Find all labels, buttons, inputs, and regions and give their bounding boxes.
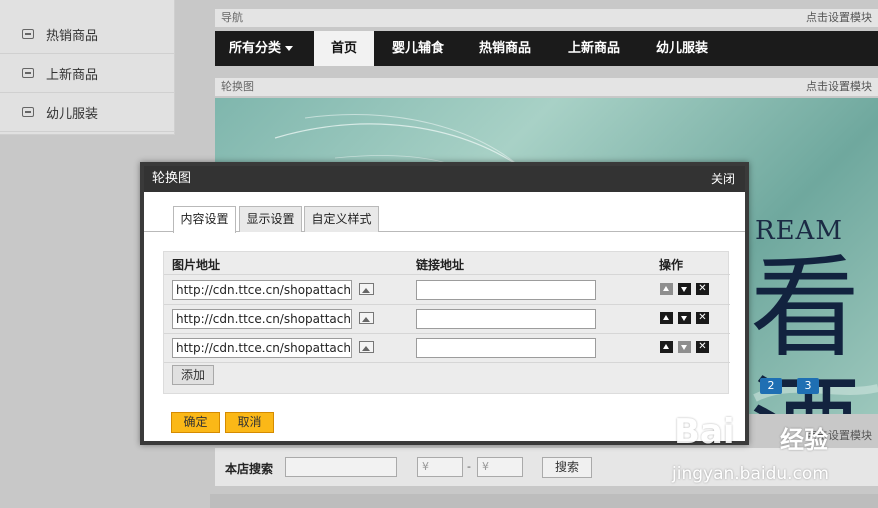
row-1-move-down-icon[interactable] — [678, 283, 691, 295]
sidebar-item-hot-products[interactable]: 热销商品 — [0, 15, 175, 54]
carousel-items-table: 图片地址 链接地址 操作 http://cdn.ttce.cn/shopatta… — [163, 251, 730, 394]
price-from-input[interactable]: ¥ — [417, 457, 463, 477]
nav-item-kids-clothing[interactable]: 幼儿服装 — [642, 31, 722, 66]
price-range-dash: - — [467, 460, 471, 473]
column-header-image-url: 图片地址 — [172, 258, 221, 272]
store-navbar: 所有分类 首页 婴儿辅食 热销商品 上新商品 幼儿服装 — [215, 31, 878, 66]
nav-item-new-products[interactable]: 上新商品 — [554, 31, 634, 66]
dialog-title: 轮换图 — [152, 171, 192, 186]
column-header-link-url: 链接地址 — [416, 258, 465, 272]
row-2-image-url-input[interactable]: http://cdn.ttce.cn/shopattach/890 — [172, 309, 352, 329]
nav-item-label: 婴儿辅食 — [392, 41, 445, 56]
row-2-link-url-input[interactable] — [416, 309, 596, 329]
dialog-titlebar: 轮换图 关闭 — [144, 166, 745, 192]
nav-item-label: 热销商品 — [479, 41, 532, 56]
row-1-move-up-icon — [660, 283, 673, 295]
row-2-move-down-icon[interactable] — [678, 312, 691, 324]
row-3-image-picker-icon[interactable] — [359, 341, 374, 353]
nav-module-setting-link[interactable]: 点击设置模块 — [806, 9, 872, 27]
module-icon — [22, 68, 34, 78]
row-1-image-url-input[interactable]: http://cdn.ttce.cn/shopattach/890 — [172, 280, 352, 300]
carousel-module-setting-link[interactable]: 点击设置模块 — [806, 78, 872, 96]
sidebar-item-label: 幼儿服装 — [46, 106, 99, 122]
sidebar-item-label: 上新商品 — [46, 67, 99, 83]
watermark-logo-cn: 经验 — [780, 426, 828, 454]
nav-module-title: 导航 — [221, 11, 243, 24]
tab-custom-style[interactable]: 自定义样式 — [304, 206, 379, 232]
module-icon — [22, 107, 34, 117]
dialog-body: 内容设置 显示设置 自定义样式 图片地址 链接地址 操作 http://cdn.… — [144, 192, 745, 441]
row-2-move-up-icon[interactable] — [660, 312, 673, 324]
add-row-button[interactable]: 添加 — [172, 365, 214, 385]
row-1-delete-icon[interactable]: ✕ — [696, 283, 709, 295]
watermark-logo: Bai — [674, 412, 735, 452]
nav-item-label: 所有分类 — [229, 41, 282, 56]
row-divider — [164, 362, 730, 363]
store-search-button[interactable]: 搜索 — [542, 457, 592, 478]
tab-display-settings[interactable]: 显示设置 — [239, 206, 302, 232]
carousel-page-3[interactable]: 3 — [797, 378, 819, 394]
sidebar-item-label: 热销商品 — [46, 28, 99, 44]
carousel-module-header: 轮换图 点击设置模块 — [215, 78, 878, 96]
nav-item-label: 幼儿服装 — [656, 41, 709, 56]
row-3-delete-icon[interactable]: ✕ — [696, 341, 709, 353]
nav-item-home[interactable]: 首页 — [314, 31, 374, 66]
row-3-link-url-input[interactable] — [416, 338, 596, 358]
sidebar-item-new-products[interactable]: 上新商品 — [0, 54, 175, 93]
baidu-jingyan-watermark: Bai 经验 jingyan.baidu.com — [668, 412, 868, 502]
row-2-image-picker-icon[interactable] — [359, 312, 374, 324]
price-to-input[interactable]: ¥ — [477, 457, 523, 477]
carousel-module-title: 轮换图 — [221, 80, 254, 93]
row-1-link-url-input[interactable] — [416, 280, 596, 300]
column-header-actions: 操作 — [659, 258, 684, 272]
row-divider — [164, 333, 730, 334]
nav-item-hot-products[interactable]: 热销商品 — [465, 31, 545, 66]
nav-item-label: 首页 — [330, 41, 357, 56]
carousel-page-2[interactable]: 2 — [760, 378, 782, 394]
module-icon — [22, 29, 34, 39]
watermark-url: jingyan.baidu.com — [672, 464, 829, 484]
tab-content-settings[interactable]: 内容设置 — [173, 206, 236, 233]
row-divider — [164, 304, 730, 305]
dialog-tabbar: 内容设置 显示设置 自定义样式 — [144, 192, 745, 233]
row-divider — [164, 274, 730, 275]
caret-down-icon — [285, 46, 294, 51]
row-1-image-picker-icon[interactable] — [359, 283, 374, 295]
nav-item-baby-food[interactable]: 婴儿辅食 — [378, 31, 458, 66]
row-3-move-up-icon[interactable] — [660, 341, 673, 353]
banner-headline: REAM — [755, 216, 843, 246]
nav-item-all-categories[interactable]: 所有分类 — [215, 31, 307, 66]
row-3-move-down-icon — [678, 341, 691, 353]
confirm-button[interactable]: 确定 — [171, 412, 220, 433]
nav-item-label: 上新商品 — [568, 41, 621, 56]
nav-module-header: 导航 点击设置模块 — [215, 9, 878, 27]
cancel-button[interactable]: 取消 — [225, 412, 274, 433]
sidebar-item-kids-clothing[interactable]: 幼儿服装 — [0, 93, 175, 132]
row-3-image-url-input[interactable]: http://cdn.ttce.cn/shopattach/890 — [172, 338, 352, 358]
left-sidebar: 热销商品 上新商品 幼儿服装 — [0, 0, 175, 135]
dialog-close-button[interactable]: 关闭 — [711, 166, 735, 192]
store-search-input[interactable] — [285, 457, 397, 477]
carousel-settings-dialog: 轮换图 关闭 内容设置 显示设置 自定义样式 图片地址 链接地址 操作 http… — [140, 162, 749, 445]
row-2-delete-icon[interactable]: ✕ — [696, 312, 709, 324]
store-search-label: 本店搜索 — [225, 462, 274, 476]
